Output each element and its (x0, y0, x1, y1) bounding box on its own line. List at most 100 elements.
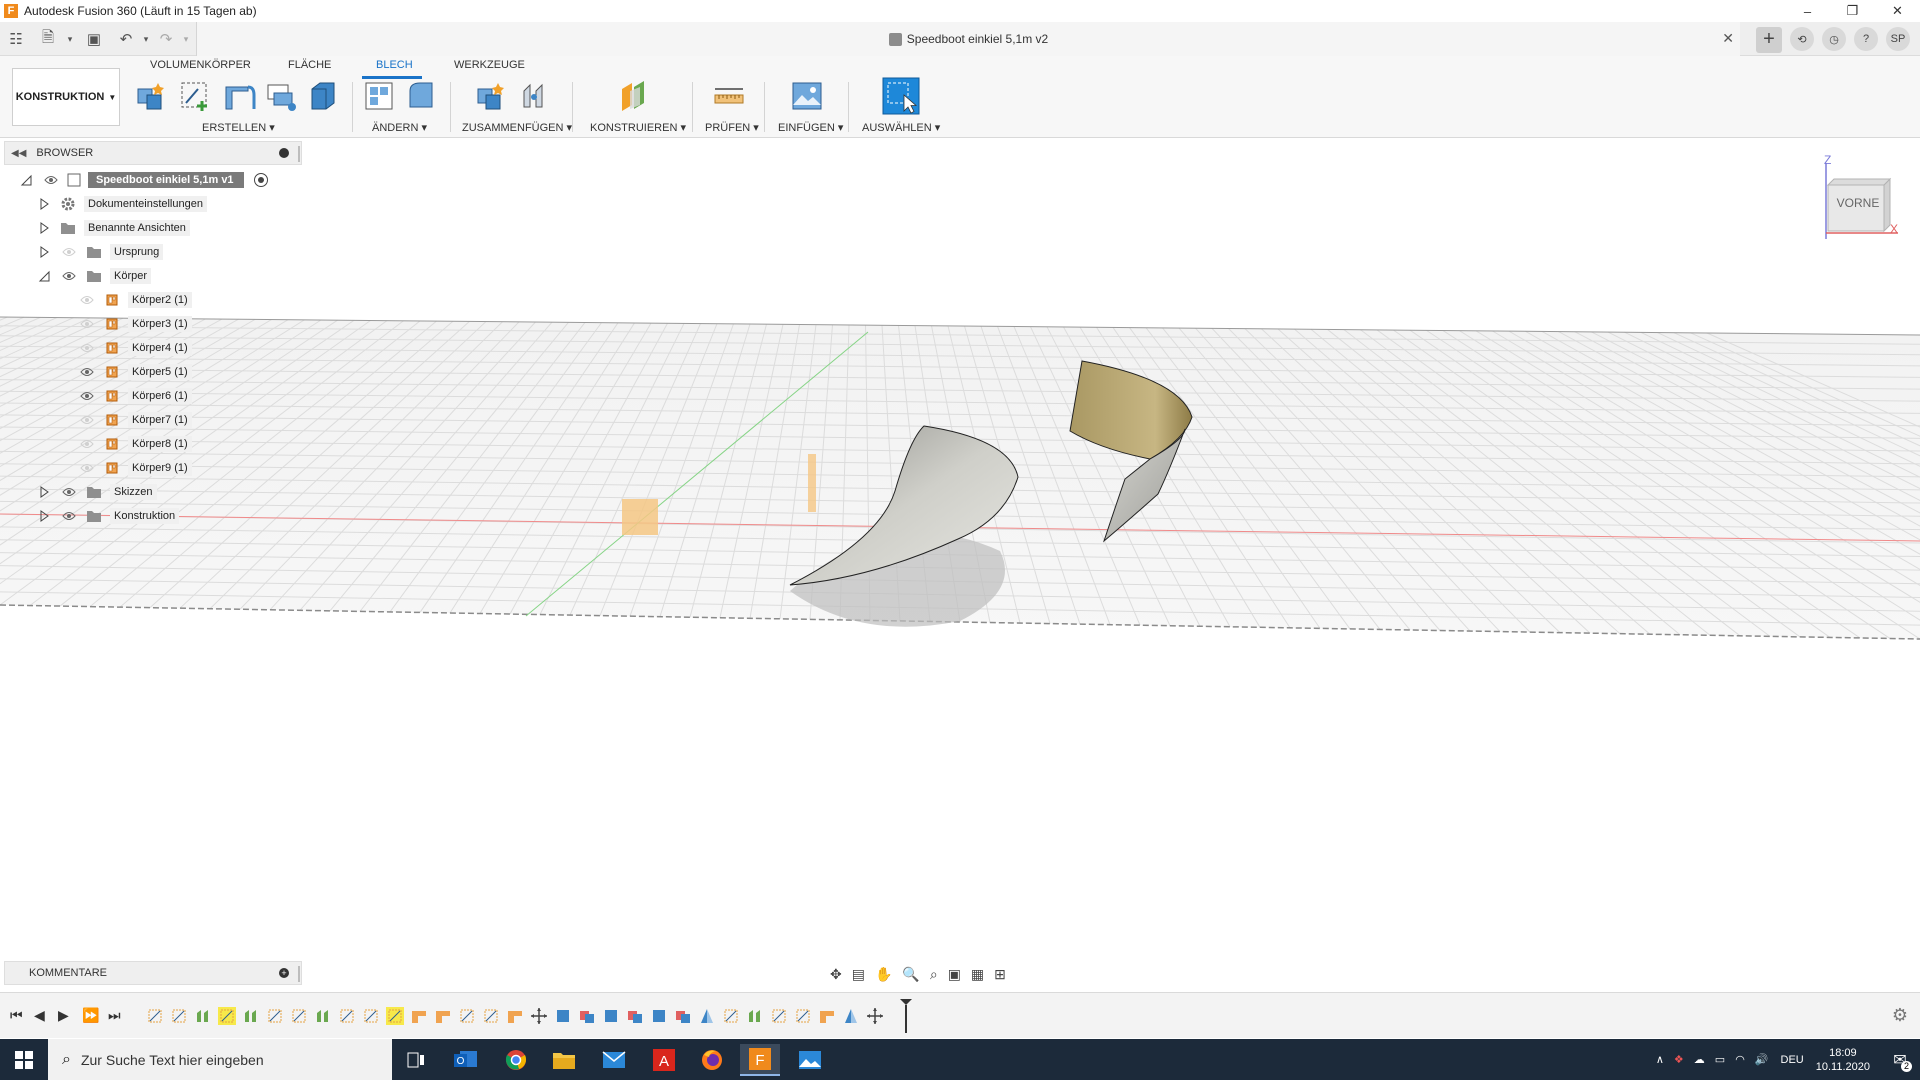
visibility-eye-icon[interactable] (62, 511, 76, 521)
measure-icon[interactable] (712, 79, 746, 113)
expanded-triangle-icon[interactable] (38, 270, 50, 282)
acrobat-icon[interactable]: A (644, 1044, 684, 1076)
browser-item-koerper7[interactable]: Körper7 (1) (0, 409, 300, 431)
hidden-eye-icon[interactable] (62, 247, 76, 257)
look-at-icon[interactable]: ▤ (852, 966, 865, 983)
visibility-eye-icon[interactable] (80, 391, 94, 401)
hidden-eye-icon[interactable] (80, 319, 94, 329)
tab-volumenkoerper[interactable]: VOLUMENKÖRPER (150, 59, 251, 71)
timeline-play-icon[interactable]: ▶ (58, 1007, 69, 1024)
file-explorer-icon[interactable] (544, 1044, 584, 1076)
hidden-eye-icon[interactable] (80, 415, 94, 425)
fusion360-taskbar-icon[interactable]: F (740, 1044, 780, 1076)
timeline-settings-gear-icon[interactable]: ⚙ (1892, 1005, 1908, 1026)
pan-icon[interactable]: ✋ (875, 966, 892, 983)
photos-icon[interactable] (790, 1044, 830, 1076)
timeline-last-icon[interactable]: ⏭ (108, 1007, 121, 1024)
extrude-sheet-icon[interactable] (306, 79, 340, 113)
select-icon[interactable] (882, 77, 920, 115)
timeline-feature-icon[interactable] (362, 1007, 380, 1025)
timeline-feature-icon[interactable] (602, 1007, 620, 1025)
timeline-feature-icon[interactable] (434, 1007, 452, 1025)
timeline-feature-icon[interactable] (674, 1007, 692, 1025)
hidden-eye-icon[interactable] (80, 463, 94, 473)
zoom-icon[interactable]: 🔍 (902, 966, 919, 983)
expanded-triangle-icon[interactable] (20, 174, 32, 186)
timeline-feature-icon[interactable] (722, 1007, 740, 1025)
orbit-icon[interactable]: ✥ (830, 966, 842, 983)
hidden-eye-icon[interactable] (80, 343, 94, 353)
volume-tray-icon[interactable]: 🔊 (1755, 1053, 1769, 1066)
expand-triangle-icon[interactable] (38, 510, 50, 522)
visibility-eye-icon[interactable] (62, 271, 76, 281)
browser-item-koerper4[interactable]: Körper4 (1) (0, 337, 300, 359)
wifi-tray-icon[interactable]: ◠ (1735, 1053, 1745, 1066)
timeline-feature-icon[interactable] (770, 1007, 788, 1025)
new-tab-button[interactable]: + (1756, 27, 1782, 53)
tab-werkzeuge[interactable]: WERKZEUGE (454, 59, 525, 71)
browser-panel-header[interactable]: ◀◀ BROWSER (4, 141, 302, 165)
restore-button[interactable]: ❐ (1830, 0, 1875, 22)
user-avatar[interactable]: SP (1886, 27, 1910, 51)
timeline-feature-icon[interactable] (194, 1007, 212, 1025)
timeline-feature-icon[interactable] (746, 1007, 764, 1025)
browser-minimize-icon[interactable] (279, 148, 289, 158)
timeline-feature-icon[interactable] (410, 1007, 428, 1025)
timeline-feature-icon[interactable] (458, 1007, 476, 1025)
group-pruefen[interactable]: PRÜFEN ▾ (705, 121, 759, 134)
group-zusammenfuegen[interactable]: ZUSAMMENFÜGEN ▾ (462, 121, 572, 134)
browser-item-skizzen[interactable]: Skizzen (0, 481, 300, 503)
origin-marker[interactable] (622, 499, 658, 535)
onedrive-tray-icon[interactable]: ☁ (1694, 1053, 1705, 1066)
new-component-icon[interactable] (134, 79, 168, 113)
refold-icon[interactable] (404, 79, 438, 113)
hidden-eye-icon[interactable] (80, 295, 94, 305)
battery-tray-icon[interactable]: ▭ (1715, 1053, 1725, 1066)
timeline-feature-icon[interactable] (866, 1007, 884, 1025)
unfold-icon[interactable] (362, 79, 396, 113)
browser-item-ursprung[interactable]: Ursprung (0, 241, 300, 263)
joint-icon[interactable] (518, 79, 552, 113)
timeline-next-icon[interactable]: ⏩ (82, 1007, 99, 1024)
group-auswaehlen[interactable]: AUSWÄHLEN ▾ (862, 121, 940, 134)
browser-item-koerper3[interactable]: Körper3 (1) (0, 313, 300, 335)
browser-item-koerper[interactable]: Körper (0, 265, 300, 287)
close-tab-icon[interactable]: ✕ (1722, 30, 1734, 47)
document-tab[interactable]: Speedboot einkiel 5,1m v2 ✕ (196, 22, 1740, 56)
timeline-feature-icon[interactable] (338, 1007, 356, 1025)
chrome-icon[interactable] (496, 1044, 536, 1076)
timeline-feature-icon[interactable] (650, 1007, 668, 1025)
file-menu-icon[interactable]: 🗎 (38, 29, 58, 49)
group-erstellen[interactable]: ERSTELLEN ▾ (202, 121, 275, 134)
browser-item-koerper9[interactable]: Körper9 (1) (0, 457, 300, 479)
task-view-icon[interactable] (396, 1044, 436, 1076)
new-component-joint-icon[interactable] (474, 79, 508, 113)
grid-settings-icon[interactable]: ▦ (971, 966, 984, 983)
tab-blech[interactable]: BLECH (376, 59, 413, 71)
browser-item-koerper5[interactable]: Körper5 (1) (0, 361, 300, 383)
visibility-eye-icon[interactable] (62, 487, 76, 497)
dropbox-tray-icon[interactable]: ❖ (1674, 1053, 1684, 1066)
collapse-browser-icon[interactable]: ◀◀ (11, 148, 26, 159)
group-einfuegen[interactable]: EINFÜGEN ▾ (778, 121, 843, 134)
viewports-icon[interactable]: ⊞ (994, 966, 1006, 983)
timeline-first-icon[interactable]: ⏮ (10, 1007, 23, 1024)
group-aendern[interactable]: ÄNDERN ▾ (372, 121, 427, 134)
flange-icon[interactable] (222, 79, 256, 113)
browser-item-koerper2[interactable]: Körper2 (1) (0, 289, 300, 311)
timeline-feature-icon[interactable] (842, 1007, 860, 1025)
hidden-eye-icon[interactable] (80, 439, 94, 449)
timeline-feature-icon[interactable] (242, 1007, 260, 1025)
comments-resize-handle[interactable] (298, 966, 300, 982)
taskbar-search-box[interactable]: ⌕ Zur Suche Text hier eingeben (48, 1039, 392, 1080)
timeline-feature-icon[interactable] (218, 1007, 236, 1025)
offset-plane-icon[interactable] (618, 79, 652, 113)
timeline-feature-icon[interactable] (506, 1007, 524, 1025)
mail-icon[interactable] (594, 1044, 634, 1076)
minimize-button[interactable]: – (1785, 0, 1830, 22)
create-sketch-icon[interactable] (178, 79, 212, 113)
browser-root-component[interactable]: Speedboot einkiel 5,1m v1 (0, 169, 300, 191)
help-icon[interactable]: ? (1854, 27, 1878, 51)
timeline-feature-icon[interactable] (578, 1007, 596, 1025)
outlook-icon[interactable]: O (446, 1044, 486, 1076)
